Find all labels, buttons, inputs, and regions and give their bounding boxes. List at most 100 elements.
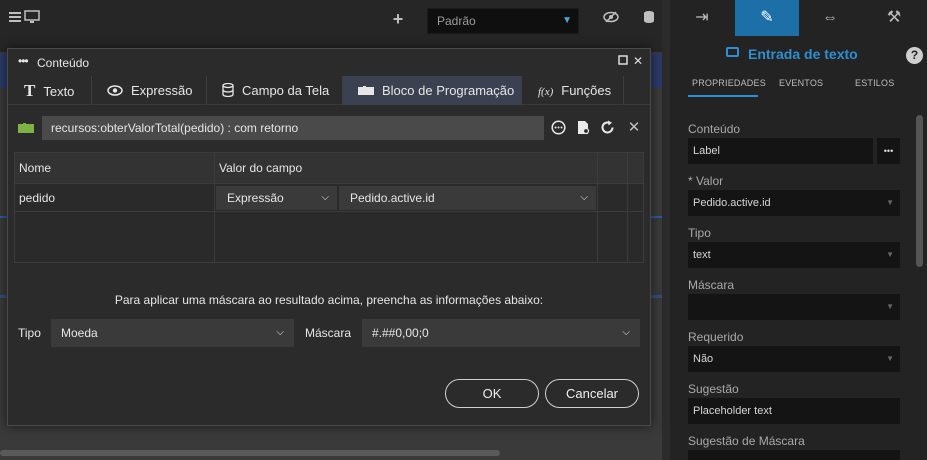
- formula-input[interactable]: recursos:obterValorTotal(pedido) : com r…: [42, 116, 544, 140]
- type-select[interactable]: Moeda ⌵: [51, 319, 294, 347]
- chevron-down-icon: ⌵: [622, 327, 630, 338]
- variant-select[interactable]: Padrão ▼: [427, 8, 579, 34]
- clear-icon[interactable]: ✕: [626, 120, 642, 136]
- text-icon: T: [24, 81, 36, 100]
- column-header-nome: Nome: [19, 161, 52, 175]
- tab-funcoes[interactable]: f(x) Funções: [522, 76, 624, 105]
- enter-icon[interactable]: ⇥: [670, 0, 734, 36]
- formula-text: recursos:obterValorTotal(pedido) : com r…: [51, 121, 299, 135]
- field-label-sugestao: Sugestão: [688, 382, 739, 396]
- eye-icon: [107, 76, 123, 105]
- field-label-requerido: Requerido: [688, 330, 744, 344]
- requerido-select[interactable]: Não ▼: [688, 346, 900, 372]
- tab-texto[interactable]: T Texto: [8, 76, 92, 105]
- mask-select[interactable]: #.##0,00;0 ⌵: [362, 319, 640, 347]
- panel-scrollbar[interactable]: [916, 115, 923, 267]
- ok-button[interactable]: OK: [445, 379, 539, 408]
- tab-expressao-label: Expressão: [131, 83, 193, 98]
- mascara-select[interactable]: ▼: [688, 294, 900, 320]
- field-label-conteudo: Conteúdo: [688, 122, 741, 136]
- active-tab-indicator: [688, 95, 758, 97]
- tab-propriedades[interactable]: PROPRIEDADES: [692, 78, 766, 88]
- type-label: Tipo: [18, 326, 41, 340]
- chevron-down-icon: ▼: [562, 15, 572, 26]
- param-value-select[interactable]: Pedido.active.id ⌵: [339, 186, 596, 210]
- maximize-icon[interactable]: [617, 55, 629, 67]
- panel-title: Entrada de texto: [748, 46, 858, 62]
- sugestao-field[interactable]: Placeholder text: [688, 398, 900, 424]
- field-label-valor: * Valor: [688, 174, 724, 188]
- content-dialog: ••• Conteúdo ✕ T Texto Expressão Campo da…: [7, 48, 651, 426]
- chevron-down-icon: ⌵: [276, 327, 284, 338]
- valor-select[interactable]: Pedido.active.id ▼: [688, 190, 900, 216]
- eye-slash-icon[interactable]: [602, 10, 620, 28]
- param-name-cell: pedido: [19, 191, 56, 205]
- tipo-select[interactable]: text ▼: [688, 242, 900, 268]
- top-toolbar: + Padrão ▼: [0, 0, 662, 40]
- param-type-value: Expressão: [227, 191, 284, 205]
- caret-down-icon: ▼: [886, 354, 894, 363]
- tab-estilos[interactable]: ESTILOS: [855, 78, 894, 88]
- grid-column-divider: [597, 153, 598, 262]
- menu-icon[interactable]: [6, 10, 24, 28]
- cancel-button[interactable]: Cancelar: [545, 379, 639, 408]
- variant-select-value: Padrão: [437, 14, 476, 28]
- conteudo-field[interactable]: Label: [688, 138, 873, 164]
- grid-header-row: [15, 153, 643, 183]
- chevron-down-icon: ⌵: [321, 192, 329, 203]
- tab-eventos[interactable]: EVENTOS: [779, 78, 823, 88]
- mask-select-value: #.##0,00;0: [372, 326, 429, 340]
- dialog-title: Conteúdo: [37, 56, 90, 70]
- plus-icon[interactable]: +: [389, 10, 407, 28]
- fx-icon: f(x): [538, 86, 554, 98]
- formula-bar: recursos:obterValorTotal(pedido) : com r…: [15, 116, 641, 140]
- grid-row-divider: [15, 183, 643, 184]
- more-options-button[interactable]: •••: [877, 138, 900, 164]
- grid-column-divider: [627, 153, 628, 262]
- requerido-value: Não: [693, 353, 714, 365]
- caret-down-icon: ▼: [886, 198, 894, 207]
- tab-expressao[interactable]: Expressão: [92, 76, 207, 105]
- sugestao-value: Placeholder text: [693, 405, 772, 417]
- field-label-sugestao-mascara: Sugestão de Máscara: [688, 434, 805, 448]
- valor-value: Pedido.active.id: [693, 197, 771, 209]
- properties-panel: ⇥ ✎ ⇔ ⚒ Entrada de texto ? PROPRIEDADES …: [670, 0, 927, 460]
- column-header-valor: Valor do campo: [219, 161, 303, 175]
- drag-handle-icon[interactable]: •••: [18, 54, 29, 68]
- more-options-icon[interactable]: [550, 120, 566, 136]
- tab-texto-label: Texto: [43, 84, 75, 99]
- block-icon: [18, 122, 34, 137]
- database-icon: [222, 76, 234, 105]
- database-icon[interactable]: [641, 10, 659, 28]
- wrench-icon[interactable]: ⚒: [862, 0, 926, 36]
- canvas-scrollbar[interactable]: [0, 450, 500, 456]
- param-value-text: Pedido.active.id: [350, 191, 435, 205]
- tag-icon: [726, 47, 739, 57]
- tab-funcoes-label: Funções: [561, 83, 612, 98]
- caret-down-icon: ▼: [886, 302, 894, 311]
- parameters-grid: Nome Valor do campo pedido Expressão ⌵ P…: [14, 152, 644, 263]
- field-label-tipo: Tipo: [688, 226, 711, 240]
- close-icon[interactable]: ✕: [632, 55, 644, 67]
- pencil-icon[interactable]: ✎: [735, 0, 799, 36]
- dialog-tabbar: T Texto Expressão Campo da Tela Bloco de …: [8, 76, 650, 105]
- param-type-select[interactable]: Expressão ⌵: [216, 186, 337, 210]
- grid-row-divider: [15, 211, 643, 212]
- sugestao-mascara-field[interactable]: [688, 450, 900, 460]
- block-icon: [358, 76, 374, 105]
- chevron-down-icon: ⌵: [580, 192, 588, 203]
- tab-bloco-label: Bloco de Programação: [382, 83, 515, 98]
- arrows-icon[interactable]: ⇔: [798, 0, 862, 36]
- refresh-icon[interactable]: [599, 120, 615, 136]
- conteudo-value: Label: [693, 145, 720, 157]
- tab-bloco-de-programacao[interactable]: Bloco de Programação: [343, 76, 522, 105]
- document-search-icon[interactable]: [575, 120, 591, 136]
- mask-hint-text: Para aplicar uma máscara ao resultado ac…: [114, 293, 544, 307]
- caret-down-icon: ▼: [886, 250, 894, 259]
- type-select-value: Moeda: [61, 326, 98, 340]
- tab-campo-da-tela[interactable]: Campo da Tela: [207, 76, 343, 105]
- help-icon[interactable]: ?: [906, 47, 923, 64]
- dialog-header[interactable]: ••• Conteúdo ✕: [8, 49, 650, 76]
- monitor-icon[interactable]: [23, 10, 41, 28]
- tipo-value: text: [693, 249, 711, 261]
